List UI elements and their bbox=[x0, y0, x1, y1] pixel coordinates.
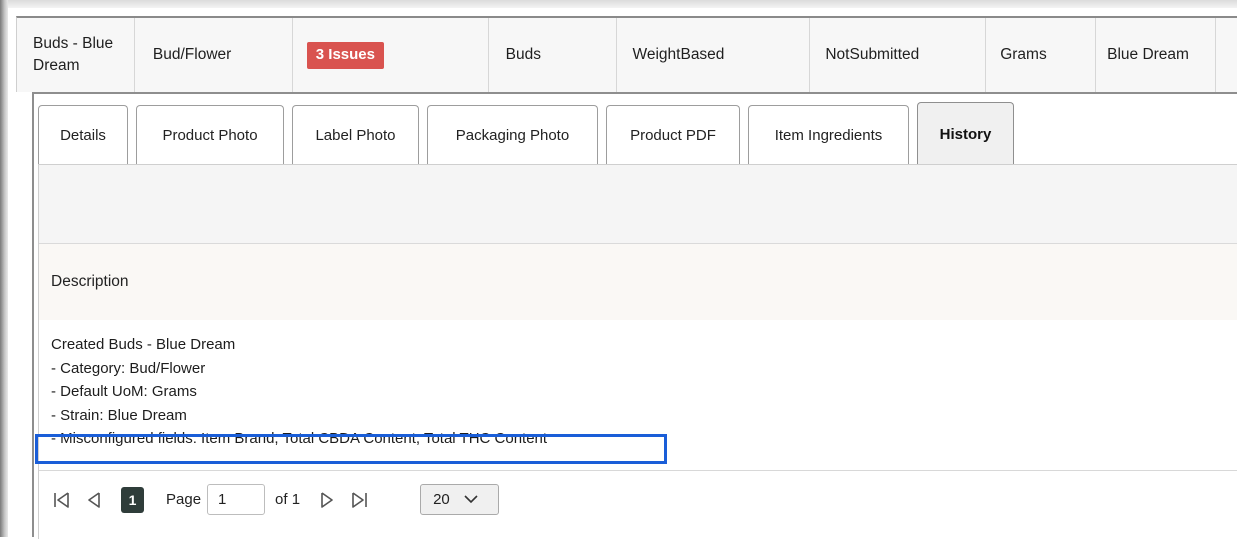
highlight-box bbox=[35, 434, 667, 464]
cell-strain: Blue Dream bbox=[1096, 18, 1217, 92]
history-line: - Strain: Blue Dream bbox=[51, 406, 187, 424]
tab-strip: Details Product Photo Label Photo Packag… bbox=[38, 102, 1237, 165]
cell-status: NotSubmitted bbox=[810, 18, 987, 92]
cell-name: Buds - Blue Dream bbox=[17, 18, 135, 92]
last-page-icon[interactable] bbox=[348, 489, 370, 511]
history-line: - Default UoM: Grams bbox=[51, 383, 197, 400]
chevron-down-icon bbox=[464, 495, 478, 504]
tab-item-ingredients[interactable]: Item Ingredients bbox=[748, 105, 909, 165]
cell-name-line2: Dream bbox=[33, 57, 80, 74]
next-page-icon[interactable] bbox=[316, 489, 338, 511]
cell-issues: 3 Issues bbox=[293, 18, 489, 92]
pager: 1 Page of 1 20 bbox=[39, 470, 1237, 528]
history-line: Created Buds - Blue Dream bbox=[51, 336, 236, 353]
cell-item-type: Buds bbox=[489, 18, 617, 92]
tab-history[interactable]: History bbox=[917, 102, 1014, 165]
first-page-icon[interactable] bbox=[51, 489, 73, 511]
window-frame: Buds - Blue Dream Bud/Flower 3 Issues Bu… bbox=[0, 0, 1237, 539]
prev-page-icon[interactable] bbox=[83, 489, 105, 511]
table-row[interactable]: Buds - Blue Dream Bud/Flower 3 Issues Bu… bbox=[16, 16, 1237, 92]
cell-name-line1: Buds - Blue bbox=[33, 35, 114, 52]
tab-product-pdf[interactable]: Product PDF bbox=[606, 105, 740, 165]
grid-toolbar bbox=[39, 165, 1237, 244]
history-line: - Category: Bud/Flower bbox=[51, 359, 206, 377]
cell-category: Bud/Flower bbox=[135, 18, 293, 92]
left-shadow bbox=[0, 0, 8, 537]
current-page-button[interactable]: 1 bbox=[121, 486, 144, 513]
tab-details[interactable]: Details bbox=[38, 105, 128, 165]
page-size-value: 20 bbox=[433, 491, 450, 508]
detail-panel: Details Product Photo Label Photo Packag… bbox=[32, 92, 1237, 539]
column-header-description[interactable]: Description bbox=[39, 244, 1237, 320]
cell-unit-type: WeightBased bbox=[617, 18, 811, 92]
page-size-select[interactable]: 20 bbox=[420, 484, 500, 515]
history-grid: Description Created Buds - Blue Dream - … bbox=[35, 164, 1237, 539]
page-label: Page bbox=[166, 491, 202, 508]
cell-uom: Grams bbox=[986, 18, 1097, 92]
top-shadow bbox=[0, 0, 1237, 8]
tab-product-photo[interactable]: Product Photo bbox=[136, 105, 284, 165]
page-number-input[interactable] bbox=[207, 484, 266, 515]
tab-packaging-photo[interactable]: Packaging Photo bbox=[427, 105, 598, 165]
tab-label-photo[interactable]: Label Photo bbox=[292, 105, 419, 165]
issues-badge[interactable]: 3 Issues bbox=[306, 41, 384, 69]
page-of-label: of 1 bbox=[275, 491, 301, 508]
cell-extra bbox=[1216, 18, 1237, 92]
